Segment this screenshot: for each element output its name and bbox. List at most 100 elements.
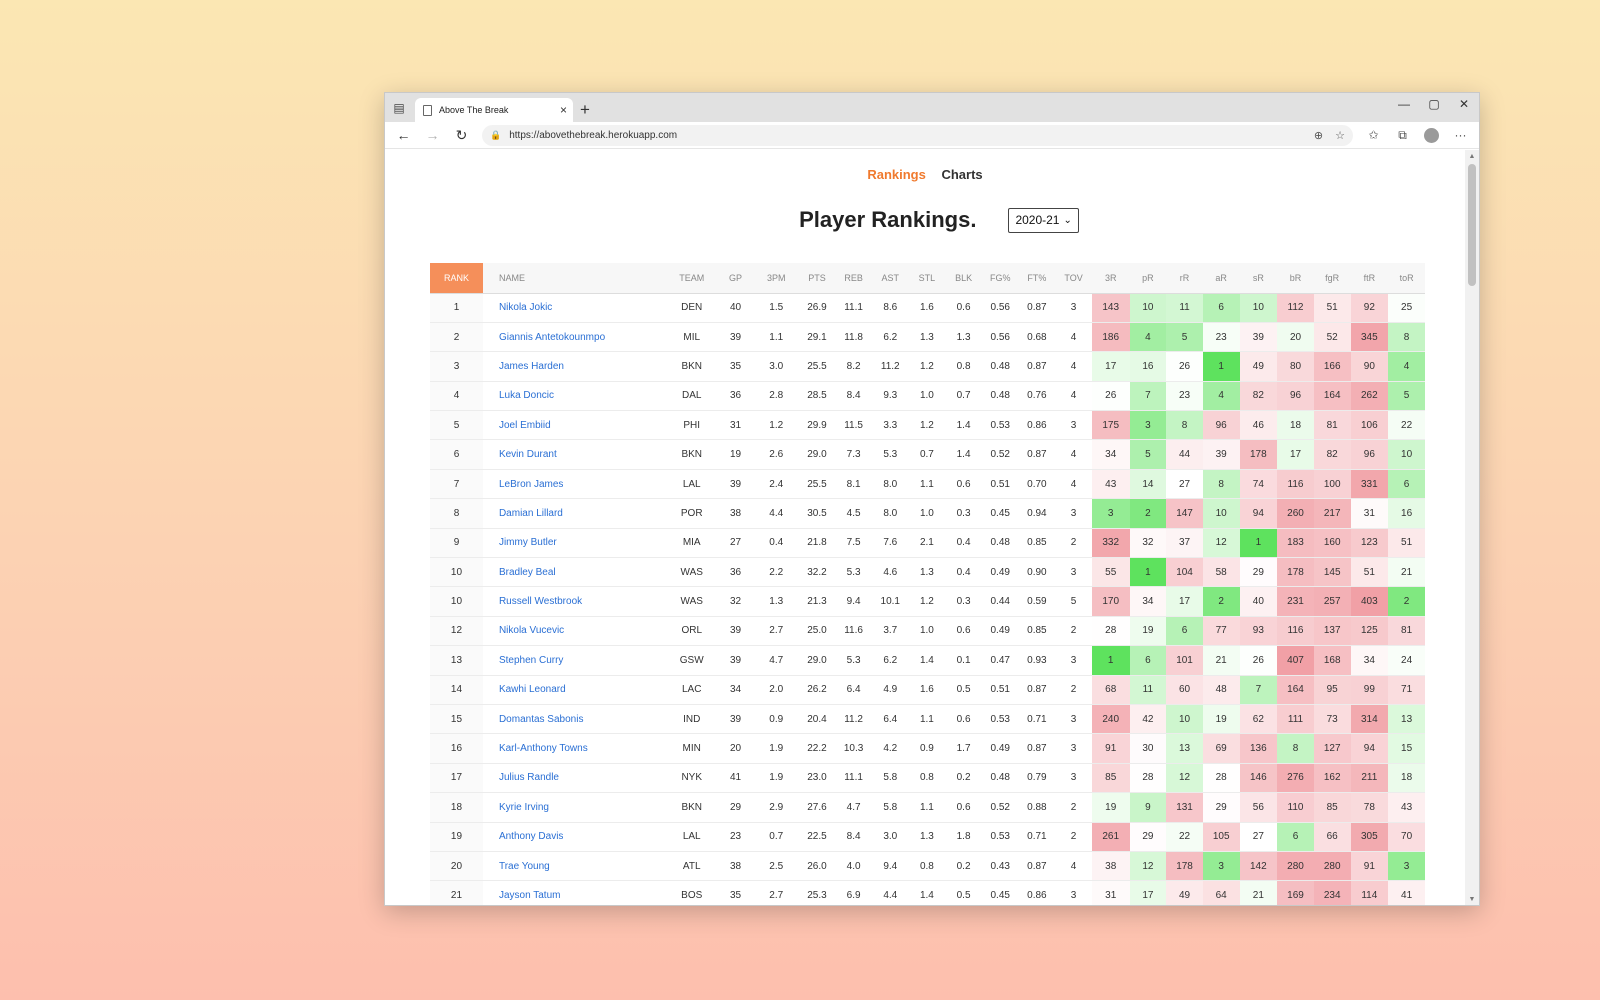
rank-heat-cell: 6 (1388, 469, 1425, 500)
player-name-link[interactable]: Kyrie Irving (482, 792, 667, 823)
column-header-rank[interactable]: RANK (430, 263, 483, 294)
column-header-ar[interactable]: aR (1202, 263, 1240, 294)
lock-icon[interactable]: 🔒 (490, 130, 501, 141)
scroll-down-icon[interactable]: ▼ (1465, 893, 1479, 905)
column-header-fgr[interactable]: fgR (1313, 263, 1351, 294)
player-name-link[interactable]: Joel Embiid (482, 410, 667, 441)
column-header-br[interactable]: bR (1277, 263, 1314, 294)
column-header-3r[interactable]: 3R (1091, 263, 1130, 294)
vertical-scrollbar[interactable]: ▲ ▼ (1465, 150, 1479, 905)
stat-cell: 0.49 (981, 557, 1019, 588)
more-icon[interactable]: ··· (1446, 123, 1475, 147)
season-select[interactable]: 2020-21 ⌄ (1008, 207, 1079, 233)
rank-heat-cell: 17 (1091, 351, 1130, 382)
stat-cell: BKN (666, 351, 718, 382)
stat-cell: 0.9 (908, 733, 946, 764)
add-favorite-icon[interactable]: ☆ (1335, 129, 1345, 142)
stat-cell: 38 (717, 851, 754, 882)
maximize-icon[interactable]: ▢ (1419, 93, 1449, 115)
column-header-pr[interactable]: pR (1129, 263, 1167, 294)
player-name-link[interactable]: Nikola Vucevic (482, 616, 667, 647)
player-name-link[interactable]: Julius Randle (482, 763, 667, 794)
player-name-link[interactable]: Damian Lillard (482, 498, 667, 529)
player-name-link[interactable]: Giannis Antetokounmpo (482, 322, 667, 353)
player-name-link[interactable]: Bradley Beal (482, 557, 667, 588)
column-header-name[interactable]: NAME (482, 263, 667, 294)
column-header-pts[interactable]: PTS (798, 263, 836, 294)
stat-cell: 21.8 (798, 528, 836, 559)
column-header-ftpct[interactable]: FT% (1018, 263, 1056, 294)
rank-cell: 15 (430, 704, 483, 735)
player-name-link[interactable]: Domantas Sabonis (482, 704, 667, 735)
player-name-link[interactable]: Anthony Davis (482, 822, 667, 852)
column-header-stl[interactable]: STL (908, 263, 946, 294)
url-field[interactable]: 🔒 https://abovethebreak.herokuapp.com ⊕ … (482, 124, 1353, 146)
scroll-up-icon[interactable]: ▲ (1465, 150, 1479, 162)
player-name-link[interactable]: Trae Young (482, 851, 667, 882)
column-header-ftr[interactable]: ftR (1350, 263, 1389, 294)
stat-cell: 31 (717, 410, 754, 441)
new-tab-button[interactable]: + (573, 98, 597, 122)
stat-cell: 0.85 (1018, 528, 1056, 559)
column-header-gp[interactable]: GP (717, 263, 754, 294)
table-row: 21 Jayson Tatum BOS 35 2.7 25.3 6.9 4.4 1.4 0.5 0.… (430, 880, 1425, 905)
tab-bar: ▤ Above The Break × + — ▢ ✕ (385, 93, 1479, 122)
column-header-team[interactable]: TEAM (666, 263, 718, 294)
player-name-link[interactable]: James Harden (482, 351, 667, 382)
player-name-link[interactable]: Kevin Durant (482, 439, 667, 470)
stat-cell: 0.70 (1018, 469, 1056, 500)
rank-heat-cell: 31 (1350, 498, 1389, 529)
rank-heat-cell: 1 (1239, 528, 1278, 559)
column-header-ast[interactable]: AST (871, 263, 909, 294)
column-header-reb[interactable]: REB (835, 263, 872, 294)
nav-rankings-link[interactable]: Rankings (867, 167, 926, 182)
stat-cell: 1.4 (945, 410, 982, 441)
stat-cell: 1.2 (908, 586, 946, 617)
column-header-fgpct[interactable]: FG% (981, 263, 1019, 294)
rank-heat-cell: 11 (1166, 293, 1203, 323)
player-name-link[interactable]: LeBron James (482, 469, 667, 500)
profile-icon[interactable] (1417, 123, 1446, 147)
player-name-link[interactable]: Jayson Tatum (482, 880, 667, 905)
rank-heat-cell: 1 (1202, 351, 1240, 382)
player-name-link[interactable]: Kawhi Leonard (482, 675, 667, 705)
close-tab-icon[interactable]: × (560, 103, 567, 117)
stat-cell: 0.53 (981, 410, 1019, 441)
rank-cell: 2 (430, 322, 483, 353)
column-header-blk[interactable]: BLK (945, 263, 982, 294)
column-header-tov[interactable]: TOV (1055, 263, 1092, 294)
back-icon[interactable]: ← (389, 123, 418, 147)
url-text[interactable]: https://abovethebreak.herokuapp.com (509, 130, 1302, 141)
player-name-link[interactable]: Jimmy Butler (482, 528, 667, 559)
stat-cell: 6.4 (835, 675, 872, 705)
browser-tab[interactable]: Above The Break × (415, 98, 573, 122)
rank-heat-cell: 116 (1277, 616, 1314, 647)
stat-cell: 0.51 (981, 469, 1019, 500)
collections-icon[interactable]: ⧉ (1388, 123, 1417, 147)
player-name-link[interactable]: Karl-Anthony Towns (482, 733, 667, 764)
stat-cell: 25.5 (798, 351, 836, 382)
player-name-link[interactable]: Luka Doncic (482, 381, 667, 412)
rank-heat-cell: 305 (1350, 822, 1389, 852)
stat-cell: 6.2 (871, 322, 909, 353)
nav-charts-link[interactable]: Charts (941, 167, 982, 182)
column-header-rr[interactable]: rR (1166, 263, 1203, 294)
rank-heat-cell: 43 (1091, 469, 1130, 500)
tab-actions-icon[interactable]: ▤ (385, 93, 413, 122)
column-header-3pm[interactable]: 3PM (753, 263, 799, 294)
rank-heat-cell: 81 (1313, 410, 1351, 441)
column-header-tor[interactable]: toR (1388, 263, 1425, 294)
player-name-link[interactable]: Russell Westbrook (482, 586, 667, 617)
stat-cell: 25.5 (798, 469, 836, 500)
stat-cell: 0.53 (981, 704, 1019, 735)
scroll-thumb[interactable] (1468, 164, 1476, 286)
zoom-icon[interactable]: ⊕ (1314, 129, 1323, 142)
close-window-icon[interactable]: ✕ (1449, 93, 1479, 115)
player-name-link[interactable]: Stephen Curry (482, 645, 667, 676)
favorites-icon[interactable]: ✩ (1359, 123, 1388, 147)
minimize-icon[interactable]: — (1389, 93, 1419, 115)
refresh-icon[interactable]: ↻ (447, 123, 476, 147)
player-name-link[interactable]: Nikola Jokic (482, 293, 667, 323)
forward-icon[interactable]: → (418, 123, 447, 147)
column-header-sr[interactable]: sR (1239, 263, 1278, 294)
